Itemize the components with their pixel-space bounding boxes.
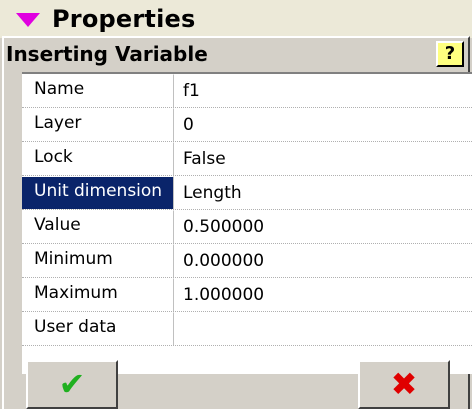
- ok-button[interactable]: ✔: [26, 360, 118, 409]
- property-row-maximum[interactable]: Maximum 1.000000: [22, 278, 472, 312]
- property-row-lock[interactable]: Lock False: [22, 142, 472, 176]
- help-button[interactable]: ?: [436, 41, 464, 67]
- property-row-minimum[interactable]: Minimum 0.000000: [22, 244, 472, 278]
- panel-caption: Inserting Variable ?: [4, 38, 468, 70]
- cancel-button[interactable]: ✖: [358, 360, 450, 409]
- property-value-field[interactable]: Length: [175, 176, 472, 209]
- collapse-arrow-icon[interactable]: [16, 13, 40, 27]
- property-row-layer[interactable]: Layer 0: [22, 108, 472, 142]
- property-row-value[interactable]: Value 0.500000: [22, 210, 472, 244]
- property-value-field[interactable]: 0.500000: [175, 210, 472, 243]
- property-label: Unit dimension: [22, 176, 174, 209]
- grid-gutter: [6, 72, 22, 372]
- header-title: Properties: [52, 5, 196, 33]
- property-row-name[interactable]: Name f1: [22, 74, 472, 108]
- property-label: Value: [22, 210, 174, 243]
- property-label: Lock: [22, 142, 174, 175]
- properties-panel: Inserting Variable ? Name f1 Layer 0 Loc…: [2, 36, 472, 409]
- property-value-field[interactable]: 0.000000: [175, 244, 472, 277]
- close-icon: ✖: [390, 365, 418, 403]
- property-value-field[interactable]: f1: [175, 74, 472, 107]
- property-grid: Name f1 Layer 0 Lock False Unit dimensio…: [22, 72, 472, 374]
- checkmark-icon: ✔: [58, 365, 86, 403]
- property-label: Name: [22, 74, 174, 107]
- property-label: Layer: [22, 108, 174, 141]
- property-row-unit-dimension[interactable]: Unit dimension Length: [22, 176, 472, 210]
- help-icon: ?: [444, 43, 456, 64]
- property-row-user-data[interactable]: User data: [22, 312, 472, 346]
- property-value-field[interactable]: [175, 312, 472, 345]
- property-label: User data: [22, 312, 174, 345]
- property-label: Maximum: [22, 278, 174, 311]
- caption-text: Inserting Variable: [6, 42, 208, 66]
- property-value-field[interactable]: 1.000000: [175, 278, 472, 311]
- properties-header[interactable]: Properties: [0, 0, 472, 38]
- property-label: Minimum: [22, 244, 174, 277]
- property-value-field[interactable]: False: [175, 142, 472, 175]
- properties-window: Properties Inserting Variable ? Name f1 …: [0, 0, 472, 409]
- property-value-field[interactable]: 0: [175, 108, 472, 141]
